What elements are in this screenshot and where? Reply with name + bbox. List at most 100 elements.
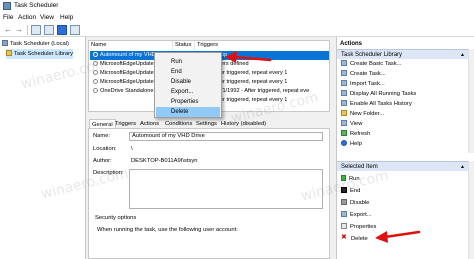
menu-help[interactable]: Help bbox=[60, 14, 73, 21]
context-disable[interactable]: Disable bbox=[156, 77, 220, 87]
action-disable[interactable]: Disable bbox=[341, 198, 369, 208]
action-label: Display All Running Tasks bbox=[350, 91, 417, 97]
action-run[interactable]: Run bbox=[341, 174, 360, 184]
collapse-chevron-icon[interactable]: ▲ bbox=[460, 162, 465, 172]
red-arrow-context-delete bbox=[225, 51, 272, 63]
action-label: End bbox=[350, 188, 361, 194]
action-display-running-tasks[interactable]: Display All Running Tasks bbox=[341, 89, 416, 99]
action-enable-history[interactable]: Enable All Tasks History bbox=[341, 99, 412, 109]
menu-view[interactable]: View bbox=[40, 14, 54, 21]
task-name: MicrosoftEdgeUpdateT... bbox=[100, 70, 162, 76]
context-properties[interactable]: Properties bbox=[156, 97, 220, 107]
back-arrow-icon[interactable]: ← bbox=[3, 25, 13, 35]
task-trigger: on 5/1/1992 - After triggered, repeat ev… bbox=[210, 88, 310, 94]
author-value: DESKTOP-B011A9I\stsyn bbox=[131, 158, 198, 164]
description-field[interactable] bbox=[129, 169, 323, 209]
create-basic-task-icon bbox=[341, 60, 347, 67]
stop-icon bbox=[341, 187, 347, 194]
security-options-text: When running the task, use the following… bbox=[97, 227, 238, 233]
action-label: Export... bbox=[350, 212, 372, 218]
task-icon bbox=[93, 88, 98, 94]
menu-file[interactable]: File bbox=[3, 14, 13, 21]
actions-title: Actions bbox=[340, 41, 363, 47]
tree-item-task-scheduler-library[interactable]: Task Scheduler Library bbox=[6, 49, 73, 59]
toolbar: ← → bbox=[0, 23, 474, 37]
column-name[interactable]: Name bbox=[89, 41, 173, 50]
show-action-pane-icon[interactable] bbox=[70, 25, 80, 35]
general-tab-panel: Name: Automount of my VHD Drive Location… bbox=[88, 128, 330, 259]
context-export[interactable]: Export... bbox=[156, 87, 220, 97]
run-icon bbox=[341, 175, 346, 182]
security-options-title: Security options bbox=[95, 215, 137, 221]
properties-toolbar-icon[interactable] bbox=[44, 25, 54, 35]
action-label: Create Basic Task... bbox=[350, 61, 402, 67]
name-label: Name: bbox=[93, 133, 111, 139]
disable-icon bbox=[341, 199, 347, 206]
toolbar-separator bbox=[27, 25, 28, 35]
show-hide-console-tree-icon[interactable] bbox=[31, 25, 41, 35]
action-label: View bbox=[350, 121, 363, 127]
refresh-icon bbox=[341, 130, 347, 137]
collapse-chevron-icon[interactable]: ▲ bbox=[460, 50, 465, 60]
action-label: Create Task... bbox=[350, 71, 386, 77]
action-create-task[interactable]: Create Task... bbox=[341, 69, 386, 79]
tree-item-label: Task Scheduler Library bbox=[14, 51, 73, 57]
actions-scrollbar-top[interactable] bbox=[468, 49, 474, 153]
title-bar: Task Scheduler bbox=[0, 0, 474, 12]
context-end[interactable]: End bbox=[156, 67, 220, 77]
task-name: MicrosoftEdgeUpdateT... bbox=[100, 79, 162, 85]
author-label: Author: bbox=[93, 158, 112, 164]
running-tasks-icon bbox=[341, 90, 347, 97]
action-refresh[interactable]: Refresh bbox=[341, 129, 370, 139]
action-import-task[interactable]: Import Task... bbox=[341, 79, 385, 89]
console-tree: Task Scheduler (Local) Task Scheduler Li… bbox=[0, 37, 86, 259]
history-icon bbox=[341, 100, 347, 107]
location-value: \ bbox=[131, 146, 133, 152]
action-help[interactable]: Help bbox=[341, 139, 362, 149]
action-end[interactable]: End bbox=[341, 186, 360, 196]
window-title: Task Scheduler bbox=[14, 2, 59, 9]
action-label: Enable All Tasks History bbox=[350, 101, 412, 107]
tree-item-label: Task Scheduler (Local) bbox=[10, 41, 69, 47]
task-icon bbox=[93, 79, 98, 85]
actions-pane: Actions Task Scheduler Library ▲ Create B… bbox=[336, 37, 474, 259]
action-label: Help bbox=[350, 141, 362, 147]
action-view[interactable]: View bbox=[341, 119, 362, 129]
column-status[interactable]: Status bbox=[173, 41, 195, 50]
section-label: Selected Item bbox=[341, 164, 378, 170]
action-new-folder[interactable]: New Folder... bbox=[341, 109, 384, 119]
actions-scrollbar-bottom[interactable] bbox=[468, 161, 474, 259]
task-icon bbox=[93, 70, 98, 76]
context-delete[interactable]: Delete bbox=[156, 107, 220, 117]
description-label: Description: bbox=[93, 170, 124, 176]
task-name: Automount of my VHD ... bbox=[100, 52, 162, 58]
action-create-basic-task[interactable]: Create Basic Task... bbox=[341, 59, 401, 69]
view-icon bbox=[341, 120, 347, 127]
location-label: Location: bbox=[93, 146, 117, 152]
folder-icon bbox=[341, 110, 347, 117]
folder-icon bbox=[6, 50, 12, 57]
properties-icon bbox=[341, 223, 347, 230]
help-icon bbox=[341, 140, 347, 147]
tree-item-task-scheduler-local[interactable]: Task Scheduler (Local) bbox=[2, 39, 69, 49]
action-label: Refresh bbox=[350, 131, 371, 137]
section-selected-item[interactable]: Selected Item ▲ bbox=[337, 161, 468, 171]
action-label: Run bbox=[349, 176, 360, 182]
task-name: MicrosoftEdgeUpdateT... bbox=[100, 61, 162, 67]
import-icon bbox=[341, 80, 347, 87]
name-field[interactable]: Automount of my VHD Drive bbox=[129, 132, 323, 141]
task-icon bbox=[93, 61, 98, 67]
section-task-scheduler-library[interactable]: Task Scheduler Library ▲ bbox=[337, 49, 468, 59]
menu-action[interactable]: Action bbox=[18, 14, 36, 21]
section-label: Task Scheduler Library bbox=[341, 52, 403, 58]
menu-bar: File Action View Help bbox=[0, 12, 474, 23]
forward-arrow-icon[interactable]: → bbox=[14, 25, 24, 35]
red-arrow-action-delete bbox=[375, 230, 421, 243]
help-toolbar-icon[interactable] bbox=[57, 25, 67, 35]
action-delete[interactable]: ✖ Delete bbox=[341, 234, 368, 244]
export-icon bbox=[341, 211, 347, 218]
context-run[interactable]: Run bbox=[156, 57, 220, 67]
action-export[interactable]: Export... bbox=[341, 210, 372, 220]
action-label: Delete bbox=[351, 236, 368, 242]
action-label: Import Task... bbox=[350, 81, 385, 87]
